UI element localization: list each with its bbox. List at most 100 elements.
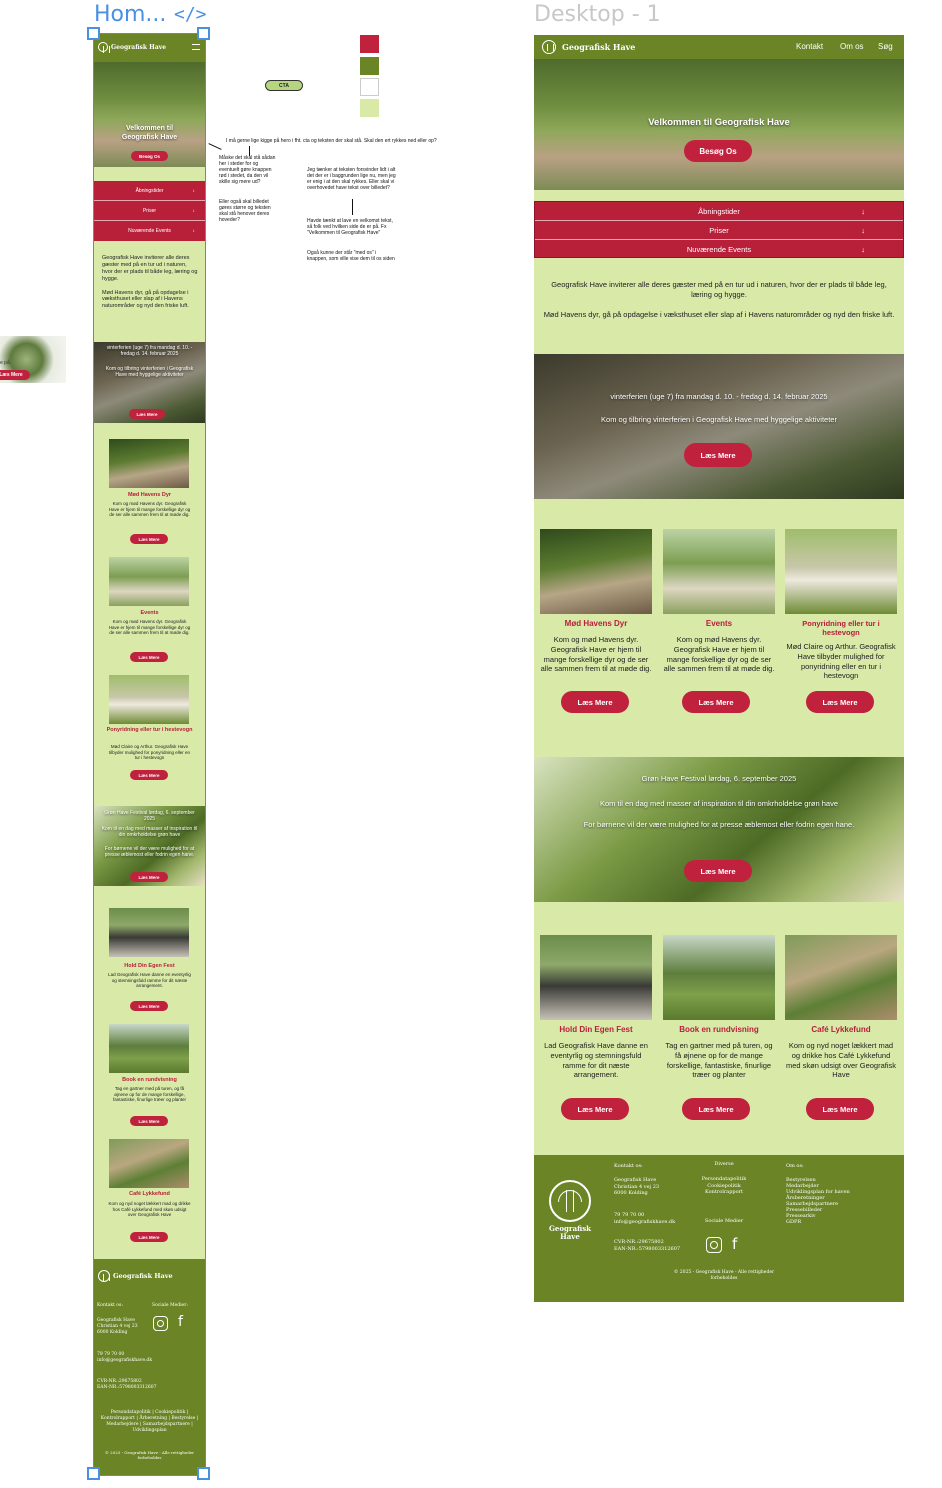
- mobile-footer-cvr: CVR-NR.:29675802 EAN-NR.:5798003312607: [97, 1379, 156, 1391]
- accordion-label: Nuværende Events: [686, 245, 752, 254]
- mobile-card-button-events[interactable]: Læs Mere: [130, 652, 168, 662]
- desktop-card-image-pony: [785, 529, 897, 614]
- resize-handle-top-right[interactable]: [197, 27, 210, 40]
- desktop-card-button-animals[interactable]: Læs Mere: [561, 691, 629, 713]
- desktop-card-title-pony: Ponyridning eller tur i hestevogn: [802, 619, 880, 638]
- arrow-down-icon: ↓: [861, 245, 865, 254]
- side-thumb-button[interactable]: Læs Mere: [0, 370, 30, 380]
- footer-email[interactable]: info@geografiskhave.dk: [614, 1219, 675, 1226]
- desktop-intro-p1: Geografisk Have inviterer alle deres gæs…: [551, 280, 887, 299]
- mobile-card-text-pony: Mød Claire og Arthur. Geografisk Have ti…: [108, 744, 191, 761]
- mobile-card-text-animals: Kom og mød Havens dyr. Geografisk Have e…: [108, 501, 191, 518]
- desktop-card-title-tour: Book en rundvisning: [679, 1025, 759, 1034]
- mobile-banner-winter-button[interactable]: Læs Mere: [129, 409, 165, 419]
- desktop-intro: Geografisk Have inviterer alle deres gæs…: [540, 280, 898, 319]
- desktop-accordion-prices[interactable]: Priser ↓: [535, 221, 903, 240]
- mobile-accordion-events[interactable]: Nuværende Events ↓: [94, 221, 205, 241]
- resize-handle-bottom-left[interactable]: [87, 1467, 100, 1480]
- mobile-hero-title: Velkommen til Geografisk Have: [121, 125, 178, 142]
- desktop-card-text-tour: Tag en gartner med på turen, og få øjnen…: [665, 1041, 773, 1080]
- mobile-footer-contact-heading: Kontakt os:: [97, 1303, 123, 1308]
- hamburger-menu-icon[interactable]: [192, 44, 200, 50]
- mobile-banner-festival-button[interactable]: Læs Mere: [130, 872, 168, 882]
- note-arrow-3: [352, 199, 353, 215]
- footer-phone-email: 79 79 70 00 info@geografiskhave.dk: [614, 1212, 675, 1225]
- mobile-footer-logo[interactable]: Geografisk Have: [98, 1270, 173, 1282]
- desktop-header: Geografisk Have Kontakt Om os Søg: [534, 35, 904, 59]
- mobile-accordion: Åbningstider ↓ Priser ↓ Nuværende Events ↓: [94, 181, 205, 241]
- logo-tree-icon: [98, 1270, 110, 1282]
- footer-link[interactable]: GDPR: [786, 1219, 850, 1225]
- side-thumbnail[interactable]: e på Læs Mere: [0, 336, 66, 383]
- desktop-footer: Geografisk Have Kontakt os: Geografisk H…: [534, 1155, 904, 1302]
- footer-address: Geografisk Have Christian 4 vej 23 6000 …: [614, 1177, 659, 1197]
- mobile-card-button-tour[interactable]: Læs Mere: [130, 1116, 168, 1126]
- mobile-frame[interactable]: Geografisk Have Velkommen til Geografisk…: [94, 34, 205, 1475]
- desktop-visit-button[interactable]: Besøg Os: [684, 140, 752, 162]
- resize-handle-bottom-right[interactable]: [197, 1467, 210, 1480]
- mobile-card-button-pony[interactable]: Læs Mere: [130, 770, 168, 780]
- comment-note-5: Havde tænkt at lave en velkomst tekst, s…: [307, 218, 393, 236]
- facebook-icon[interactable]: f: [732, 1235, 737, 1253]
- nav-contact[interactable]: Kontakt: [796, 42, 823, 51]
- code-icon[interactable]: </>: [174, 4, 207, 25]
- mobile-card-text-party: Lad Geografisk Have danne en eventyrlig …: [108, 972, 191, 989]
- mobile-card-title-party: Hold Din Egen Fest: [124, 963, 175, 969]
- desktop-card-button-pony[interactable]: Læs Mere: [806, 691, 874, 713]
- swatch-green[interactable]: [360, 57, 379, 75]
- mobile-hero: Velkommen til Geografisk Have Besøg Os: [94, 62, 205, 167]
- arrow-down-icon: ↓: [192, 187, 196, 194]
- desktop-card-button-cafe[interactable]: Læs Mere: [806, 1098, 874, 1120]
- mobile-card-button-party[interactable]: Læs Mere: [130, 1001, 168, 1011]
- desktop-card-button-events[interactable]: Læs Mere: [682, 691, 750, 713]
- instagram-icon[interactable]: [706, 1237, 722, 1253]
- desktop-banner-winter-button[interactable]: Læs Mere: [684, 443, 752, 467]
- desktop-frame[interactable]: Geografisk Have Kontakt Om os Søg Velkom…: [534, 35, 904, 1302]
- footer-logo-emblem-icon[interactable]: [549, 1180, 591, 1222]
- nav-search[interactable]: Søg: [878, 42, 893, 51]
- cta-sample-button[interactable]: CTA: [265, 80, 303, 91]
- swatch-red[interactable]: [360, 35, 379, 53]
- desktop-accordion: Åbningstider ↓ Priser ↓ Nuværende Events ↓: [534, 201, 904, 258]
- comment-note-2: Måske det skal stå sådan her i steder fo…: [219, 155, 276, 185]
- swatch-light-green[interactable]: [360, 99, 379, 117]
- arrow-down-icon: ↓: [192, 228, 196, 234]
- facebook-icon[interactable]: f: [178, 1314, 183, 1330]
- desktop-intro-p2: Mød Havens dyr, gå på opdagelse i væksth…: [543, 309, 895, 319]
- desktop-banner-festival-button[interactable]: Læs Mere: [684, 860, 752, 882]
- swatch-white[interactable]: [360, 78, 379, 96]
- resize-handle-top-left[interactable]: [87, 27, 100, 40]
- footer-email[interactable]: info@geografiskhave.dk: [97, 1358, 152, 1364]
- mobile-footer-links[interactable]: Persondatapolitik | Cookiepolitik | Kont…: [100, 1410, 199, 1433]
- address-line: 6000 Kolding: [97, 1329, 128, 1335]
- mobile-accordion-prices[interactable]: Priser ↓: [94, 201, 205, 221]
- footer-cvr: CVR-NR.:29675802 EAN-NR.:5798003312607: [614, 1239, 680, 1252]
- mobile-visit-button[interactable]: Besøg Os: [131, 151, 168, 161]
- desktop-frame-title[interactable]: Desktop - 1: [534, 2, 661, 27]
- desktop-banner-winter-line2: Kom og tilbring vinterferien i Geografis…: [601, 415, 837, 424]
- mobile-logo[interactable]: Geografisk Have: [98, 42, 166, 53]
- mobile-accordion-hours[interactable]: Åbningstider ↓: [94, 181, 205, 201]
- desktop-card-image-tour: [663, 935, 775, 1020]
- footer-about-links: Bestyrelsen Medarbejder Udviklingsplan f…: [786, 1177, 850, 1225]
- desktop-accordion-events[interactable]: Nuværende Events ↓: [535, 240, 903, 259]
- mobile-card-button-cafe[interactable]: Læs Mere: [130, 1232, 168, 1242]
- mobile-frame-title[interactable]: Hom...: [94, 2, 166, 27]
- mobile-banner-festival-line3: For børnene vil der være mulighed for at…: [104, 846, 195, 858]
- mobile-card-button-animals[interactable]: Læs Mere: [130, 534, 168, 544]
- desktop-logo[interactable]: Geografisk Have: [542, 40, 635, 54]
- mobile-banner-winter-line2: Kom og tilbring vinterferien i Geografis…: [105, 366, 194, 378]
- desktop-card-button-tour[interactable]: Læs Mere: [682, 1098, 750, 1120]
- footer-link[interactable]: Kontrolrapport: [689, 1189, 759, 1196]
- desktop-card-button-party[interactable]: Læs Mere: [561, 1098, 629, 1120]
- instagram-icon[interactable]: [153, 1316, 168, 1331]
- desktop-card-text-events: Kom og mød Havens dyr. Geografisk Have e…: [663, 635, 775, 674]
- mobile-card-title-animals: Mød Havens Dyr: [127, 492, 172, 498]
- desktop-accordion-hours[interactable]: Åbningstider ↓: [535, 202, 903, 221]
- desktop-banner-festival-line3: For børnene vil der være mulighed for at…: [583, 820, 855, 829]
- mobile-card-image-events: [109, 557, 189, 606]
- nav-about[interactable]: Om os: [840, 42, 864, 51]
- side-thumb-text: e på: [0, 360, 10, 366]
- mobile-card-text-events: Kom og mød Havens dyr. Geografisk Have e…: [108, 619, 191, 636]
- comment-note-6: Også kunne der står "med os" i knappen, …: [307, 250, 395, 262]
